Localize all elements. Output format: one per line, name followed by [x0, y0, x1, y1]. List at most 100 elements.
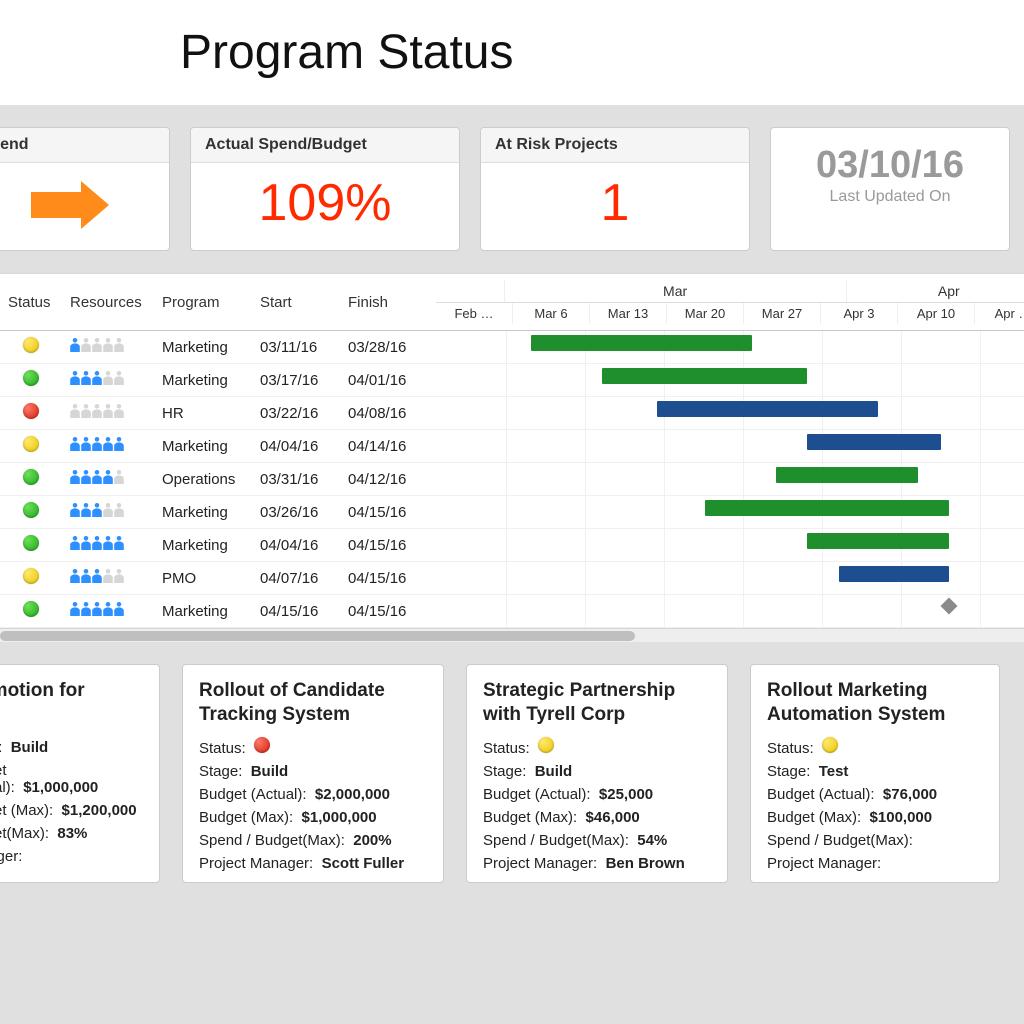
program-cell: Marketing [154, 364, 252, 397]
person-icon [70, 602, 81, 616]
start-cell: 04/04/16 [252, 430, 340, 463]
person-icon [92, 437, 103, 451]
card-status: Status: [199, 737, 427, 757]
gantt-bar[interactable] [776, 467, 918, 483]
person-icon [70, 437, 81, 451]
col-resources[interactable]: Resources [62, 274, 154, 331]
card-title: Rollout Marketing Automation System [767, 679, 983, 727]
card-field: Budget (Max): $1,200,000 [0, 802, 143, 819]
finish-cell: 04/15/16 [340, 496, 428, 529]
gantt-bar[interactable] [531, 335, 752, 351]
start-cell: 03/31/16 [252, 463, 340, 496]
project-card[interactable]: Rollout of Candidate Tracking System Stat… [182, 664, 444, 883]
person-icon [70, 569, 81, 583]
finish-cell: 04/15/16 [340, 595, 428, 628]
table-row[interactable]: HR03/22/1604/08/16 [0, 397, 1024, 430]
card-field: Budget(Max): 83% [0, 825, 143, 842]
gantt-bar[interactable] [807, 434, 941, 450]
person-icon [92, 536, 103, 550]
col-finish[interactable]: Finish [340, 274, 428, 331]
kpi-trend-label: Trend [0, 128, 169, 163]
person-icon [103, 536, 114, 550]
program-cell: Marketing [154, 331, 252, 364]
table-row[interactable]: Marketing04/04/1604/15/16 [0, 529, 1024, 562]
gantt-cell [428, 430, 1024, 463]
page-title: Program Status [180, 25, 1024, 80]
person-icon [103, 437, 114, 451]
card-title: Rollout of Candidate Tracking System [199, 679, 427, 727]
person-icon [114, 503, 125, 517]
card-field: Spend / Budget(Max): [767, 832, 983, 849]
person-icon [81, 503, 92, 517]
kpi-risk-value: 1 [601, 174, 630, 232]
card-field: Budget (Max): $46,000 [483, 809, 711, 826]
table-row[interactable]: Marketing03/26/1604/15/16 [0, 496, 1024, 529]
gantt-cell [428, 529, 1024, 562]
finish-cell: 04/01/16 [340, 364, 428, 397]
project-card[interactable]: Strategic Partnership with Tyrell Corp St… [466, 664, 728, 883]
table-row[interactable]: PMO04/07/1604/15/16 [0, 562, 1024, 595]
card-field: Spend / Budget(Max): 54% [483, 832, 711, 849]
table-row[interactable]: Marketing04/04/1604/14/16 [0, 430, 1024, 463]
resources-cell [62, 529, 154, 562]
finish-cell: 04/12/16 [340, 463, 428, 496]
col-program[interactable]: Program [154, 274, 252, 331]
table-row[interactable]: Marketing03/11/1603/28/16 [0, 331, 1024, 364]
person-icon [70, 470, 81, 484]
person-icon [114, 437, 125, 451]
status-dot [23, 403, 39, 419]
card-field: Stage: Build [0, 739, 143, 756]
status-dot [23, 337, 39, 353]
gantt-cell [428, 397, 1024, 430]
status-dot [23, 568, 39, 584]
project-card[interactable]: Promotion forStage: BuildBudget (Actual)… [0, 664, 160, 883]
start-cell: 03/17/16 [252, 364, 340, 397]
gantt-cell [428, 562, 1024, 595]
card-field: Stage: Build [483, 763, 711, 780]
person-icon [114, 536, 125, 550]
start-cell: 03/11/16 [252, 331, 340, 364]
gantt-bar[interactable] [602, 368, 807, 384]
resources-cell [62, 595, 154, 628]
gantt-cell [428, 496, 1024, 529]
kpi-risk[interactable]: At Risk Projects 1 [480, 127, 750, 251]
kpi-spend-label: Actual Spend/Budget [191, 128, 459, 163]
gantt-cell [428, 463, 1024, 496]
person-icon [70, 536, 81, 550]
card-field: Budget (Actual): $2,000,000 [199, 786, 427, 803]
person-icon [103, 371, 114, 385]
card-field: Manager: [0, 848, 143, 865]
program-cell: PMO [154, 562, 252, 595]
card-title: Strategic Partnership with Tyrell Corp [483, 679, 711, 727]
kpi-spend-value: 109% [259, 174, 392, 232]
kpi-spend[interactable]: Actual Spend/Budget 109% [190, 127, 460, 251]
finish-cell: 03/28/16 [340, 331, 428, 364]
person-icon [81, 404, 92, 418]
card-field: Budget (Max): $100,000 [767, 809, 983, 826]
table-row[interactable]: Marketing04/15/1604/15/16 [0, 595, 1024, 628]
person-icon [92, 503, 103, 517]
col-status[interactable]: Status [0, 274, 62, 331]
horizontal-scrollbar[interactable] [0, 628, 1024, 642]
kpi-trend[interactable]: Trend [0, 127, 170, 251]
card-field: Stage: Build [199, 763, 427, 780]
status-dot [23, 436, 39, 452]
program-cell: Marketing [154, 430, 252, 463]
table-row[interactable]: Marketing03/17/1604/01/16 [0, 364, 1024, 397]
finish-cell: 04/15/16 [340, 562, 428, 595]
person-icon [70, 503, 81, 517]
gantt-bar[interactable] [657, 401, 878, 417]
project-card[interactable]: Rollout Marketing Automation SystemStatu… [750, 664, 1000, 883]
start-cell: 03/22/16 [252, 397, 340, 430]
gantt-bar[interactable] [839, 566, 950, 582]
status-dot [23, 601, 39, 617]
table-row[interactable]: Operations03/31/1604/12/16 [0, 463, 1024, 496]
gantt-bar[interactable] [807, 533, 949, 549]
project-table: Status Resources Program Start Finish Ma… [0, 273, 1024, 642]
program-cell: Operations [154, 463, 252, 496]
status-dot [538, 737, 554, 753]
resources-cell [62, 397, 154, 430]
col-start[interactable]: Start [252, 274, 340, 331]
person-icon [114, 569, 125, 583]
gantt-bar[interactable] [705, 500, 950, 516]
